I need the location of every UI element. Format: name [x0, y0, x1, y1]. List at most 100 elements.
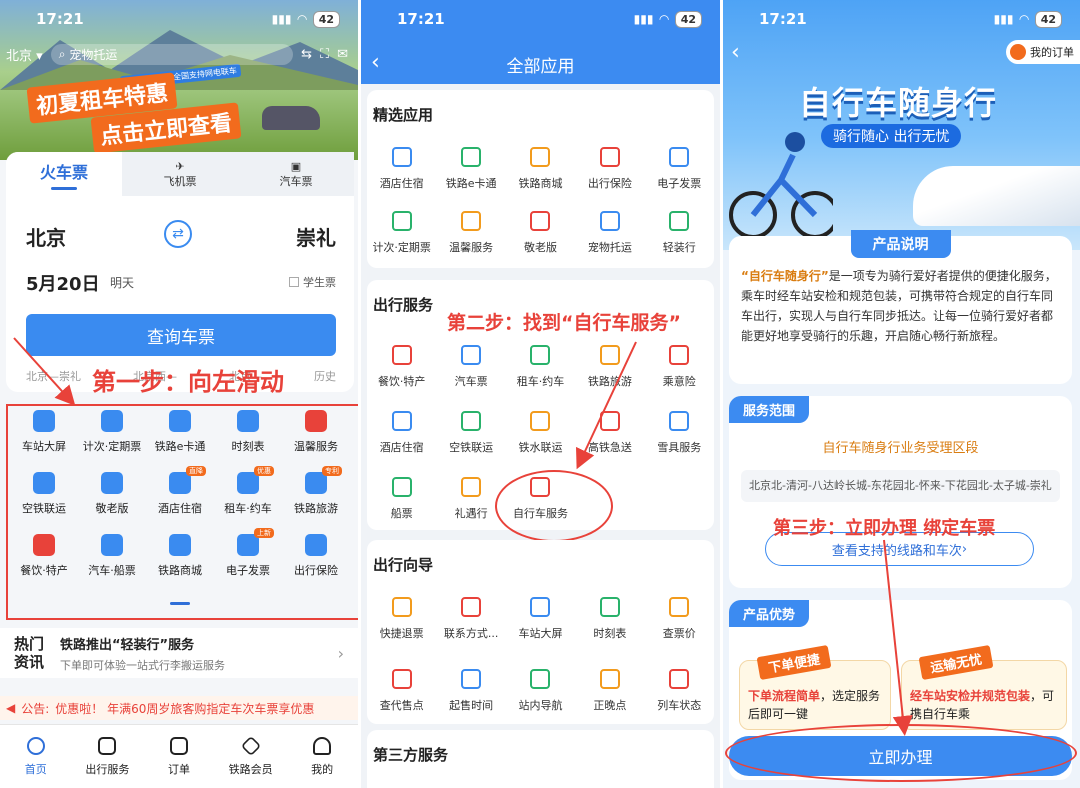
service-grid-item[interactable]: 电子发票 上新 [214, 528, 282, 586]
service-icon [169, 534, 191, 556]
app-label: 温馨服务 [449, 241, 494, 254]
search-bar[interactable]: ⌕ 宠物托运 [50, 44, 294, 65]
tab-bus[interactable]: ▣ 汽车票 [238, 152, 354, 196]
app-label: 酒店住宿 [379, 177, 424, 190]
app-item[interactable]: 起售时间 [436, 669, 505, 713]
notice-bar[interactable]: ◀ 公告: 优惠啦！ 年满60周岁旅客购指定车次车票享优惠 [0, 696, 358, 720]
app-item[interactable]: 雪具服务 [645, 411, 714, 455]
service-grid-item[interactable]: 铁路商城 [146, 534, 214, 586]
service-grid-item[interactable]: 酒店住宿 直降 [146, 466, 214, 524]
service-grid-item[interactable]: 餐饮·特产 [10, 534, 78, 586]
app-item[interactable]: 查代售点 [367, 669, 436, 713]
app-item[interactable]: 乘意险 [645, 345, 714, 389]
service-grid-item[interactable]: 车站大屏 [10, 410, 78, 462]
app-item[interactable]: 正晚点 [575, 669, 644, 713]
app-item[interactable]: 联系方式... [436, 597, 505, 641]
highlight-circle [495, 470, 613, 542]
service-tag: 专利 [322, 466, 342, 476]
service-grid-item[interactable]: 汽车·船票 [78, 534, 146, 586]
app-item[interactable]: 空铁联运 [436, 411, 505, 455]
app-icon [599, 669, 620, 689]
tab-home-label: 首页 [24, 762, 47, 776]
notice-text: 优惠啦！ 年满60周岁旅客购指定车次车票享优惠 [55, 701, 315, 716]
from-station[interactable]: 北京 [26, 222, 66, 251]
message-icon[interactable]: ✉ [337, 47, 348, 62]
service-grid-item[interactable]: 空铁联运 [10, 472, 78, 524]
app-item[interactable]: 酒店住宿 [367, 147, 436, 191]
tab-home[interactable]: 首页 [0, 725, 72, 788]
app-item[interactable]: 敬老版 [506, 211, 575, 255]
tab-flight[interactable]: ✈ 飞机票 [122, 152, 238, 196]
app-item[interactable]: 轻装行 [645, 211, 714, 255]
service-grid: 车站大屏 计次·定期票 铁路e卡通 时刻表 温馨服务空铁联运 敬老版 酒店住宿 直降 租车·约车… [10, 410, 350, 586]
app-item[interactable]: 计次·定期票 [367, 211, 436, 255]
app-item[interactable]: 铁水联运 [506, 411, 575, 455]
history-item[interactable]: 历史 [314, 368, 336, 384]
back-icon[interactable]: ‹ [731, 40, 740, 65]
app-item[interactable]: 宠物托运 [575, 211, 644, 255]
app-item[interactable]: 汽车票 [436, 345, 505, 389]
service-label: 铁路商城 [158, 564, 202, 577]
service-grid-item[interactable]: 铁路旅游 专利 [282, 466, 350, 524]
app-item[interactable]: 站内导航 [506, 669, 575, 713]
app-grid: 酒店住宿 铁路e卡通 铁路商城 出行保险 电子发票计次·定期票 温馨服务 敬老版 宠物托运 轻装… [367, 125, 714, 255]
app-item[interactable]: 酒店住宿 [367, 411, 436, 455]
app-item[interactable]: 出行保险 [575, 147, 644, 191]
step3-annotation: 第三步：立即办理 绑定车票 [773, 518, 996, 539]
tab-profile-label: 我的 [311, 762, 334, 776]
service-grid-item[interactable]: 计次·定期票 [78, 410, 146, 462]
city-selector[interactable]: 北京 ▾ [6, 45, 43, 64]
to-station[interactable]: 崇礼 [296, 222, 336, 251]
ticket-card: 火车票 ✈ 飞机票 ▣ 汽车票 北京 ⇄ 崇礼 5月20日 明天 学生票 查询车票 … [6, 152, 354, 392]
app-label: 礼遇行 [454, 507, 488, 520]
app-label: 高铁急送 [587, 441, 632, 454]
status-time: 17:21 [759, 10, 807, 28]
app-item[interactable]: 车站大屏 [506, 597, 575, 641]
app-item[interactable]: 列车状态 [645, 669, 714, 713]
app-item[interactable]: 高铁急送 [575, 411, 644, 455]
swap-stations-icon[interactable]: ⇄ [164, 220, 192, 248]
app-label: 铁路旅游 [587, 375, 632, 388]
tab-membership[interactable]: 铁路会员 [215, 725, 287, 788]
app-icon [530, 669, 551, 689]
my-orders-button[interactable]: 我的订单 [1006, 40, 1080, 64]
query-tickets-button[interactable]: 查询车票 [26, 314, 336, 356]
service-scope-card: 服务范围 自行车随身行业务受理区段 北京北-清河-八达岭长城-东花园北-怀来-下… [729, 396, 1072, 588]
service-grid-item[interactable]: 温馨服务 [282, 410, 350, 462]
app-icon [599, 411, 620, 431]
travel-date[interactable]: 5月20日 [26, 270, 100, 296]
tab-orders[interactable]: 订单 [143, 725, 215, 788]
app-item[interactable]: 餐饮·特产 [367, 345, 436, 389]
app-item[interactable]: 电子发票 [645, 147, 714, 191]
tab-train[interactable]: 火车票 [6, 152, 122, 196]
hero-subtitle: 骑行随心 出行无忧 [821, 124, 962, 148]
app-item[interactable]: 铁路商城 [506, 147, 575, 191]
switch-icon[interactable]: ⇆ [301, 47, 312, 62]
app-item[interactable]: 时刻表 [575, 597, 644, 641]
student-ticket-checkbox[interactable]: 学生票 [289, 274, 336, 290]
scan-icon[interactable]: ⛶ [320, 47, 329, 62]
app-label: 查代售点 [379, 699, 424, 712]
app-label: 铁路商城 [518, 177, 563, 190]
hot-news[interactable]: 热门资讯 铁路推出“轻装行”服务 下单即可体验一站式行李搬运服务 › [0, 628, 358, 678]
app-item[interactable]: 查票价 [645, 597, 714, 641]
app-item[interactable]: 租车·约车 [506, 345, 575, 389]
app-item[interactable]: 铁路e卡通 [436, 147, 505, 191]
service-label: 出行保险 [294, 564, 338, 577]
app-item[interactable]: 快捷退票 [367, 597, 436, 641]
app-item[interactable]: 船票 [367, 477, 436, 521]
tab-travel-services[interactable]: 出行服务 [72, 725, 144, 788]
service-grid-item[interactable]: 租车·约车 优惠 [214, 466, 282, 524]
section-guide: 出行向导 快捷退票 联系方式... 车站大屏 时刻表 查票价 查代售点 起售时间 站内导航 正晚… [367, 540, 714, 724]
app-icon [669, 669, 690, 689]
history-item[interactable]: 北京—崇礼 [26, 368, 81, 384]
section-featured: 精选应用 酒店住宿 铁路e卡通 铁路商城 出行保险 电子发票 计次·定期票 温馨服务 敬老版 宠… [367, 90, 714, 268]
tab-profile[interactable]: 我的 [286, 725, 358, 788]
service-grid-item[interactable]: 出行保险 [282, 534, 350, 586]
app-label: 正晚点 [593, 699, 627, 712]
app-item[interactable]: 温馨服务 [436, 211, 505, 255]
service-grid-item[interactable]: 铁路e卡通 [146, 410, 214, 462]
service-grid-item[interactable]: 敬老版 [78, 472, 146, 524]
app-item[interactable]: 铁路旅游 [575, 345, 644, 389]
service-grid-item[interactable]: 时刻表 [214, 410, 282, 462]
